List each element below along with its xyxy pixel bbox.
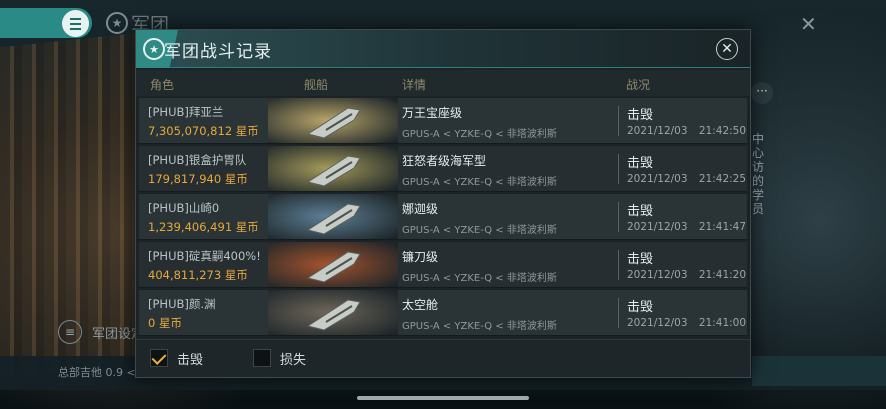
battle-status: 击毁: [627, 300, 654, 315]
battle-status: 击毁: [627, 204, 654, 219]
kills-filter-label[interactable]: 击毁: [177, 349, 203, 368]
battle-status: 击毁: [627, 108, 654, 123]
background-action-button[interactable]: [752, 356, 886, 386]
ship-type: 太空舱: [402, 298, 439, 312]
isk-value: 0 星币: [148, 316, 182, 330]
column-header-role: 角色: [150, 78, 175, 92]
home-indicator: [357, 396, 529, 400]
ship-thumbnail: [268, 290, 398, 335]
losses-filter-checkbox[interactable]: [253, 349, 271, 367]
column-divider: [618, 250, 619, 280]
menu-icon: [70, 16, 81, 31]
settings-list-icon[interactable]: ≡: [58, 320, 82, 344]
location-route: GPUS-A < YZKE-Q < 非塔波利斯: [402, 177, 557, 188]
record-time: 21:41:00: [698, 317, 747, 329]
location-route: GPUS-A < YZKE-Q < 非塔波利斯: [402, 129, 557, 140]
table-row[interactable]: [PHUB]山崎0 1,239,406,491 星币 娜迦级 GPUS-A < YZK…: [139, 194, 747, 240]
kills-filter-checkbox[interactable]: [150, 349, 168, 367]
ship-type: 娜迦级: [402, 202, 439, 216]
ship-thumbnail: [268, 98, 398, 143]
background-close-icon[interactable]: ✕: [800, 12, 817, 36]
ship-thumbnail: [268, 194, 398, 239]
record-time: 21:41:47: [698, 221, 747, 233]
location-route: GPUS-A < YZKE-Q < 非塔波利斯: [402, 321, 557, 332]
record-date: 2021/12/03: [627, 173, 688, 185]
legion-icon: ★: [106, 12, 128, 34]
battle-status: 击毁: [627, 252, 654, 267]
timestamp: 2021/12/03 21:41:20: [627, 269, 746, 281]
pilot-name: [PHUB]拜亚兰: [148, 105, 224, 119]
isk-value: 404,811,273 星币: [148, 268, 248, 282]
table-row[interactable]: [PHUB]颜.渊 0 星币 太空舱 GPUS-A < YZKE-Q < 非塔波利斯 击…: [139, 290, 747, 336]
background-bottom-text: 总部吉他 0.9 <: [58, 366, 136, 379]
column-divider: [618, 202, 619, 232]
record-date: 2021/12/03: [627, 269, 688, 281]
losses-filter-label[interactable]: 损失: [280, 349, 306, 368]
table-row[interactable]: [PHUB]拜亚兰 7,305,070,812 星币 万王宝座级 GPUS-A < Y…: [139, 98, 747, 144]
record-date: 2021/12/03: [627, 317, 688, 329]
ship-thumbnail: [268, 242, 398, 287]
record-date: 2021/12/03: [627, 125, 688, 137]
isk-value: 7,305,070,812 星币: [148, 124, 259, 138]
record-date: 2021/12/03: [627, 221, 688, 233]
dialog-header: ★ 军团战斗记录 ✕: [136, 30, 750, 68]
close-button[interactable]: ✕: [716, 38, 738, 60]
location-route: GPUS-A < YZKE-Q < 非塔波利斯: [402, 225, 557, 236]
filter-bar: 击毁 损失: [136, 339, 750, 377]
ship-thumbnail: [268, 146, 398, 191]
close-icon: ✕: [721, 41, 733, 57]
column-headers: 角色 舰船 详情 战况: [136, 70, 750, 96]
background-side-text: 中心访的学员: [752, 132, 765, 216]
timestamp: 2021/12/03 21:41:00: [627, 317, 746, 329]
battle-record-dialog: ★ 军团战斗记录 ✕ 角色 舰船 详情 战况 [PHUB]拜亚兰 7,305,07…: [135, 29, 751, 378]
pilot-name: [PHUB]颜.渊: [148, 297, 216, 311]
pilot-name: [PHUB]碇真嗣400%!: [148, 249, 261, 263]
timestamp: 2021/12/03 21:41:47: [627, 221, 746, 233]
isk-value: 1,239,406,491 星币: [148, 220, 259, 234]
record-time: 21:42:25: [698, 173, 747, 185]
pilot-name: [PHUB]山崎0: [148, 201, 220, 215]
table-row[interactable]: [PHUB]碇真嗣400%! 404,811,273 星币 镰刀级 GPUS-A < …: [139, 242, 747, 288]
dialog-title: 军团战斗记录: [164, 42, 272, 62]
menu-button[interactable]: [62, 10, 89, 37]
column-divider: [618, 106, 619, 136]
record-time: 21:42:50: [698, 125, 747, 137]
timestamp: 2021/12/03 21:42:25: [627, 173, 746, 185]
column-header-ship: 舰船: [304, 78, 329, 92]
legion-star-icon: ★: [143, 38, 165, 60]
table-row[interactable]: [PHUB]银盒护胃队 179,817,940 星币 狂怒者级海军型 GPUS-A <…: [139, 146, 747, 192]
isk-value: 179,817,940 星币: [148, 172, 248, 186]
column-header-result: 战况: [626, 78, 651, 92]
ship-type: 狂怒者级海军型: [402, 154, 487, 168]
ship-type: 镰刀级: [402, 250, 439, 264]
location-route: GPUS-A < YZKE-Q < 非塔波利斯: [402, 273, 557, 284]
timestamp: 2021/12/03 21:42:50: [627, 125, 746, 137]
ship-type: 万王宝座级: [402, 106, 463, 120]
record-time: 21:41:20: [698, 269, 747, 281]
column-divider: [618, 298, 619, 328]
pilot-name: [PHUB]银盒护胃队: [148, 153, 247, 167]
column-divider: [618, 154, 619, 184]
column-header-details: 详情: [402, 78, 427, 92]
battle-status: 击毁: [627, 156, 654, 171]
more-options-icon[interactable]: ···: [751, 82, 773, 104]
